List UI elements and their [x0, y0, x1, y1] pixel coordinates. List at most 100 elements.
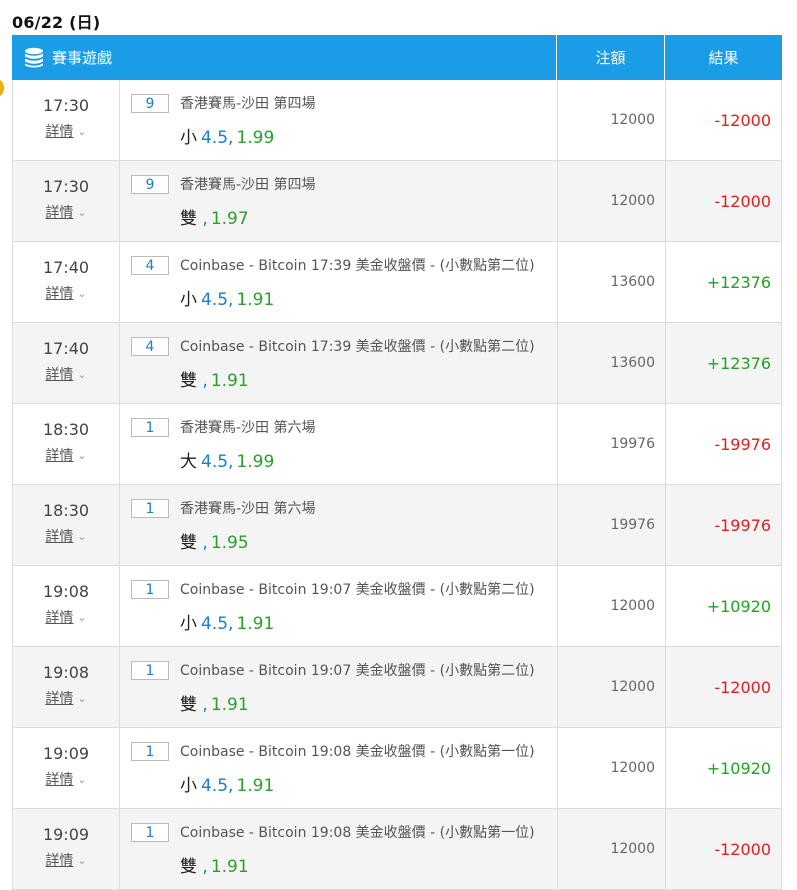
result-cell: -12000 [714, 111, 771, 130]
bet-time: 19:09 [42, 825, 90, 844]
detail-link[interactable]: 詳情 ⌄ [45, 850, 86, 870]
detail-label: 詳情 [45, 529, 74, 545]
odds-value: 1.91 [236, 614, 275, 634]
table-row: 17:30 詳情 ⌄ 9 香港賽馬-沙田 第四場雙 , 1.97 12000 -12000 [12, 161, 782, 242]
detail-link[interactable]: 詳情 ⌄ [45, 121, 86, 141]
event-name: Coinbase - Bitcoin 17:39 美金收盤價 - (小數點第二位… [180, 258, 535, 274]
chevron-down-icon: ⌄ [77, 530, 87, 543]
pick-label: 雙 [180, 533, 197, 553]
pick-label: 雙 [180, 209, 197, 229]
detail-label: 詳情 [45, 124, 74, 140]
table-row: 17:40 詳情 ⌄ 4 Coinbase - Bitcoin 17:39 美金收盤價 … [12, 323, 782, 404]
table-row: 17:30 詳情 ⌄ 9 香港賽馬-沙田 第四場小 4.5, 1.99 12000 -12000 [12, 80, 782, 161]
game-number-badge: 1 [131, 417, 169, 437]
detail-label: 詳情 [45, 205, 74, 221]
time-cell: 17:40 詳情 ⌄ [13, 242, 120, 322]
detail-label: 詳情 [45, 853, 74, 869]
detail-link[interactable]: 詳情 ⌄ [45, 283, 86, 303]
event-name: Coinbase - Bitcoin 19:07 美金收盤價 - (小數點第二位… [180, 663, 535, 679]
table-row: 19:09 詳情 ⌄ 1 Coinbase - Bitcoin 19:08 美金收盤價 … [12, 809, 782, 890]
time-cell: 18:30 詳情 ⌄ [13, 404, 120, 484]
date-heading: 06/22 (日) [12, 13, 101, 32]
stake-cell: 12000 [558, 647, 666, 727]
pick-label: 小 [180, 614, 197, 634]
bet-time: 19:08 [42, 582, 90, 601]
odds-value: 1.91 [210, 857, 249, 877]
pick-label: 小 [180, 776, 197, 796]
detail-label: 詳情 [45, 367, 74, 383]
time-cell: 18:30 詳情 ⌄ [13, 485, 120, 565]
stake-cell: 12000 [558, 566, 666, 646]
event-cell: 9 香港賽馬-沙田 第四場小 4.5, 1.99 [120, 80, 558, 160]
odds-value: 1.99 [236, 128, 275, 148]
database-icon [24, 47, 44, 69]
detail-label: 詳情 [45, 691, 74, 707]
separator: , [197, 857, 208, 877]
bet-time: 17:40 [42, 258, 90, 277]
separator: , [197, 533, 208, 553]
chevron-down-icon: ⌄ [77, 854, 87, 867]
detail-label: 詳情 [45, 448, 74, 464]
chevron-down-icon: ⌄ [77, 773, 87, 786]
table-row: 18:30 詳情 ⌄ 1 香港賽馬-沙田 第六場大 4.5, 1.99 19976 -19976 [12, 404, 782, 485]
odds-value: 1.91 [210, 371, 249, 391]
header-stake-column: 注額 [557, 35, 665, 80]
detail-link[interactable]: 詳情 ⌄ [45, 769, 86, 789]
event-cell: 4 Coinbase - Bitcoin 17:39 美金收盤價 - (小數點第二… [120, 323, 558, 403]
stake-cell: 12000 [558, 809, 666, 889]
stake-cell: 19976 [558, 404, 666, 484]
pick-label: 雙 [180, 371, 197, 391]
stake-cell: 12000 [558, 80, 666, 160]
stake-cell: 12000 [558, 161, 666, 241]
bet-time: 18:30 [42, 420, 90, 439]
detail-link[interactable]: 詳情 ⌄ [45, 202, 86, 222]
bet-selection: 小 4.5, 1.91 [131, 609, 557, 634]
odds-value: 1.91 [236, 290, 275, 310]
event-name: Coinbase - Bitcoin 19:08 美金收盤價 - (小數點第一位… [180, 744, 535, 760]
stake-cell: 13600 [558, 323, 666, 403]
detail-link[interactable]: 詳情 ⌄ [45, 364, 86, 384]
game-number-badge: 1 [131, 660, 169, 680]
bet-selection: 雙 , 1.91 [131, 366, 557, 391]
line-value: 4.5 [201, 128, 229, 148]
separator: , [228, 614, 234, 634]
result-cell: -12000 [714, 678, 771, 697]
chevron-down-icon: ⌄ [77, 287, 87, 300]
table-row: 18:30 詳情 ⌄ 1 香港賽馬-沙田 第六場雙 , 1.95 19976 -19976 [12, 485, 782, 566]
result-cell: +12376 [706, 273, 771, 292]
game-number-badge: 9 [131, 93, 169, 113]
table-row: 19:09 詳情 ⌄ 1 Coinbase - Bitcoin 19:08 美金收盤價 … [12, 728, 782, 809]
detail-link[interactable]: 詳情 ⌄ [45, 445, 86, 465]
separator: , [228, 128, 234, 148]
game-number-badge: 9 [131, 174, 169, 194]
game-number-badge: 4 [131, 255, 169, 275]
stake-cell: 13600 [558, 242, 666, 322]
result-cell: -19976 [714, 516, 771, 535]
event-name: 香港賽馬-沙田 第四場 [180, 177, 316, 193]
pick-label: 小 [180, 128, 197, 148]
result-cell: +12376 [706, 354, 771, 373]
chevron-down-icon: ⌄ [77, 206, 87, 219]
event-cell: 4 Coinbase - Bitcoin 17:39 美金收盤價 - (小數點第二… [120, 242, 558, 322]
chevron-down-icon: ⌄ [77, 449, 87, 462]
separator: , [197, 371, 208, 391]
detail-link[interactable]: 詳情 ⌄ [45, 526, 86, 546]
event-cell: 1 Coinbase - Bitcoin 19:08 美金收盤價 - (小數點第一… [120, 728, 558, 808]
table-row: 17:40 詳情 ⌄ 4 Coinbase - Bitcoin 17:39 美金收盤價 … [12, 242, 782, 323]
detail-link[interactable]: 詳情 ⌄ [45, 688, 86, 708]
bet-time: 17:30 [42, 96, 90, 115]
pick-label: 雙 [180, 857, 197, 877]
result-cell: -19976 [714, 435, 771, 454]
event-cell: 1 Coinbase - Bitcoin 19:08 美金收盤價 - (小數點第一… [120, 809, 558, 889]
bet-selection: 雙 , 1.91 [131, 852, 557, 877]
time-cell: 17:40 詳情 ⌄ [13, 323, 120, 403]
bet-selection: 大 4.5, 1.99 [131, 447, 557, 472]
separator: , [197, 209, 208, 229]
bet-time: 18:30 [42, 501, 90, 520]
header-result-column: 結果 [708, 49, 739, 67]
detail-link[interactable]: 詳情 ⌄ [45, 607, 86, 627]
table-row: 19:08 詳情 ⌄ 1 Coinbase - Bitcoin 19:07 美金收盤價 … [12, 566, 782, 647]
bet-time: 17:30 [42, 177, 90, 196]
line-value: 4.5 [201, 776, 229, 796]
event-cell: 1 香港賽馬-沙田 第六場雙 , 1.95 [120, 485, 558, 565]
